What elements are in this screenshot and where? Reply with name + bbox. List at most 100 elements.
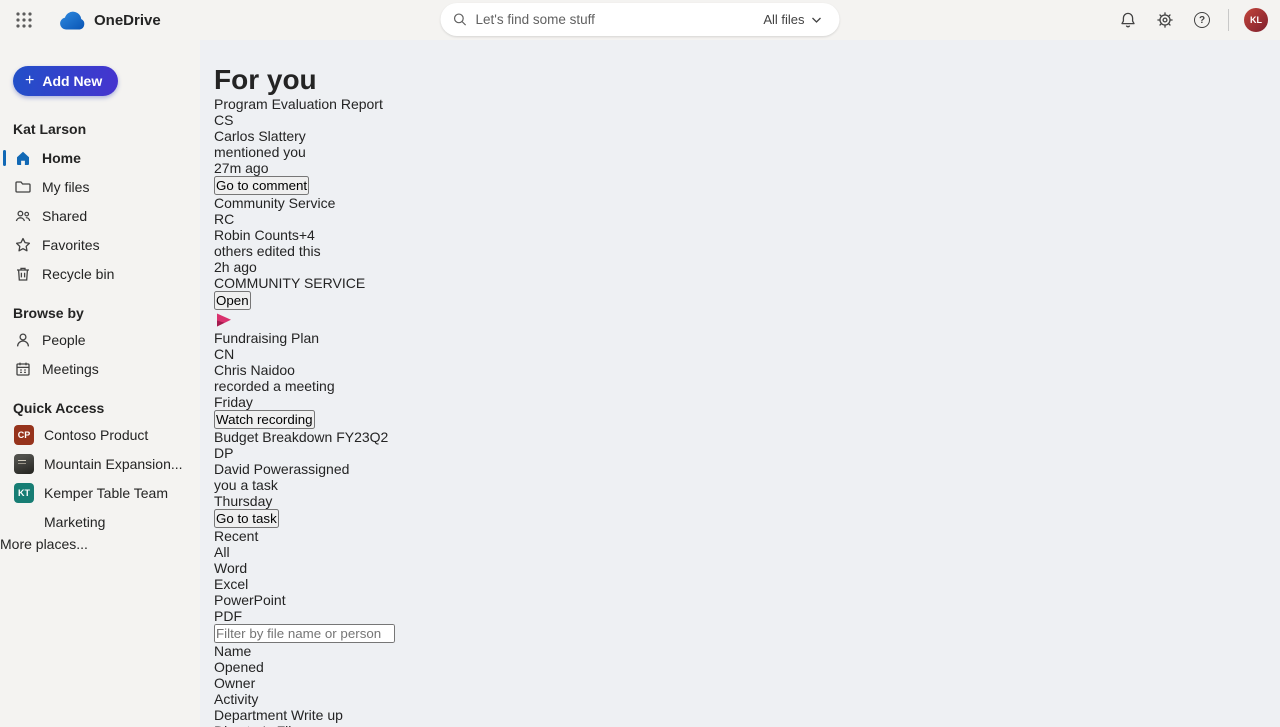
go-to-comment-button[interactable]: Go to comment <box>214 176 309 195</box>
app-title: OneDrive <box>94 12 161 29</box>
quick-access-mountain-expansion[interactable]: Mountain Expansion... <box>0 449 200 478</box>
filter-label: Excel <box>214 576 248 592</box>
folder-icon <box>14 178 32 196</box>
filter-label: PDF <box>214 608 242 624</box>
quick-access-kemper-table-team[interactable]: KT Kemper Table Team <box>0 478 200 507</box>
main-content: For you Program Evaluation Report CS Car… <box>200 40 1280 727</box>
for-you-cards: Program Evaluation Report CS Carlos Slat… <box>214 96 1265 528</box>
card-title[interactable]: Community Service <box>214 195 335 211</box>
open-button[interactable]: Open <box>214 291 251 310</box>
meetings-calendar-icon <box>14 360 32 378</box>
search-input[interactable] <box>476 12 758 27</box>
column-header-activity[interactable]: Activity <box>214 691 1265 707</box>
quick-access-label: Contoso Product <box>44 427 148 443</box>
sidebar: Add New Kat Larson Home My files Shared <box>0 40 200 727</box>
card-activity-text: Carlos Slattery mentioned you 27m ago <box>214 128 1265 176</box>
notifications-bell-icon[interactable] <box>1117 9 1139 31</box>
site-badge: KT <box>14 483 34 503</box>
go-to-task-button[interactable]: Go to task <box>214 509 279 528</box>
search-icon <box>453 12 468 27</box>
column-header-owner[interactable]: Owner <box>214 675 1265 691</box>
card-activity-text: Chris Naidoo recorded a meeting Friday <box>214 362 1265 410</box>
filter-pill-powerpoint[interactable]: PowerPoint <box>214 592 1265 608</box>
settings-gear-icon[interactable] <box>1154 9 1176 31</box>
sidebar-item-people[interactable]: People <box>0 325 200 354</box>
app-launcher-waffle-icon[interactable] <box>12 8 36 32</box>
sidebar-item-shared[interactable]: Shared <box>0 201 200 230</box>
card-timestamp: Friday <box>214 394 1265 410</box>
quick-access-marketing[interactable]: Marketing <box>0 507 200 536</box>
recent-toolbar: Recent All Word Excel PowerPoint <box>214 528 1265 643</box>
sidebar-item-favorites[interactable]: Favorites <box>0 230 200 259</box>
filter-label: All <box>214 544 230 560</box>
sidebar-item-label: People <box>42 332 86 348</box>
sidebar-item-recycle-bin[interactable]: Recycle bin <box>0 259 200 288</box>
file-name[interactable]: Department Write up <box>214 707 1265 723</box>
sidebar-item-label: Meetings <box>42 361 99 377</box>
search-scope-dropdown[interactable]: All files <box>757 8 827 31</box>
sidebar-item-label: Recycle bin <box>42 266 114 282</box>
column-header-name[interactable]: Name <box>214 643 1265 659</box>
trash-icon <box>14 265 32 283</box>
presentation-thumbnail[interactable]: COMMUNITY SERVICE <box>214 275 1265 291</box>
shared-people-icon <box>14 207 32 225</box>
sidebar-item-label: Home <box>42 150 81 166</box>
table-row[interactable]: Department Write up Director's Files 24m… <box>214 707 1265 727</box>
filter-label: PowerPoint <box>214 592 286 608</box>
card-title[interactable]: Program Evaluation Report <box>214 96 383 112</box>
plus-icon <box>25 73 34 89</box>
card-program-evaluation-report: Program Evaluation Report CS Carlos Slat… <box>214 96 1265 195</box>
account-avatar[interactable]: KL <box>1244 8 1268 32</box>
card-title[interactable]: Budget Breakdown FY23Q2 <box>214 429 388 445</box>
more-places-link[interactable]: More places... <box>0 536 200 552</box>
filter-pill-word[interactable]: Word <box>214 560 1265 576</box>
card-fundraising-plan: Fundraising Plan CN Chris Naidoo recorde… <box>214 310 1265 429</box>
search-scope-label: All files <box>763 12 804 27</box>
site-badge <box>14 512 34 532</box>
column-header-opened[interactable]: Opened <box>214 659 1265 675</box>
card-title[interactable]: Fundraising Plan <box>214 330 319 346</box>
top-bar: OneDrive All files <box>0 0 1280 40</box>
card-activity-text: Robin Counts+4 others edited this 2h ago <box>214 227 1265 275</box>
filter-pill-excel[interactable]: Excel <box>214 576 1265 592</box>
site-badge: CP <box>14 425 34 445</box>
browse-by-heading: Browse by <box>13 305 200 321</box>
add-new-button[interactable]: Add New <box>13 66 118 96</box>
waffle-dots <box>15 11 33 29</box>
file-type-filters: All Word Excel PowerPoint PDF <box>214 544 1265 624</box>
topbar-divider <box>1228 9 1229 31</box>
sidebar-item-my-files[interactable]: My files <box>0 172 200 201</box>
filter-by-name-input[interactable] <box>214 624 395 643</box>
avatar: CS <box>214 112 233 128</box>
table-header: Name Opened Owner Activity <box>214 643 1265 707</box>
card-timestamp: Thursday <box>214 493 1265 509</box>
help-icon[interactable] <box>1191 9 1213 31</box>
topbar-actions: KL <box>1117 8 1268 32</box>
recent-heading: Recent <box>214 528 258 544</box>
onedrive-brand[interactable]: OneDrive <box>58 11 161 30</box>
avatar: CN <box>214 346 234 362</box>
thumbnail-caption: COMMUNITY SERVICE <box>214 275 1265 291</box>
card-budget-breakdown: Budget Breakdown FY23Q2 DP David Poweras… <box>214 429 1265 528</box>
sidebar-item-label: My files <box>42 179 89 195</box>
sidebar-item-label: Shared <box>42 208 87 224</box>
watch-recording-button[interactable]: Watch recording <box>214 410 315 429</box>
filter-pill-pdf[interactable]: PDF <box>214 608 1265 624</box>
stream-video-icon <box>214 310 234 330</box>
avatar: RC <box>214 211 234 227</box>
card-timestamp: 27m ago <box>214 160 1265 176</box>
filter-label: Word <box>214 560 247 576</box>
filter-pill-all[interactable]: All <box>214 544 1265 560</box>
sidebar-user-name: Kat Larson <box>13 121 200 137</box>
recent-files-table: Name Opened Owner Activity Department Wr… <box>214 643 1265 727</box>
card-community-service: Community Service RC Robin Counts+4 othe… <box>214 195 1265 310</box>
star-icon <box>14 236 32 254</box>
sidebar-item-meetings[interactable]: Meetings <box>0 354 200 383</box>
quick-access-contoso-product[interactable]: CP Contoso Product <box>0 420 200 449</box>
sidebar-item-home[interactable]: Home <box>0 143 200 172</box>
card-activity-text: David Powerassigned you a task Thursday <box>214 461 1265 509</box>
search-bar[interactable]: All files <box>441 3 840 36</box>
person-icon <box>14 331 32 349</box>
chevron-down-icon <box>812 17 822 23</box>
for-you-heading: For you <box>214 64 1265 96</box>
